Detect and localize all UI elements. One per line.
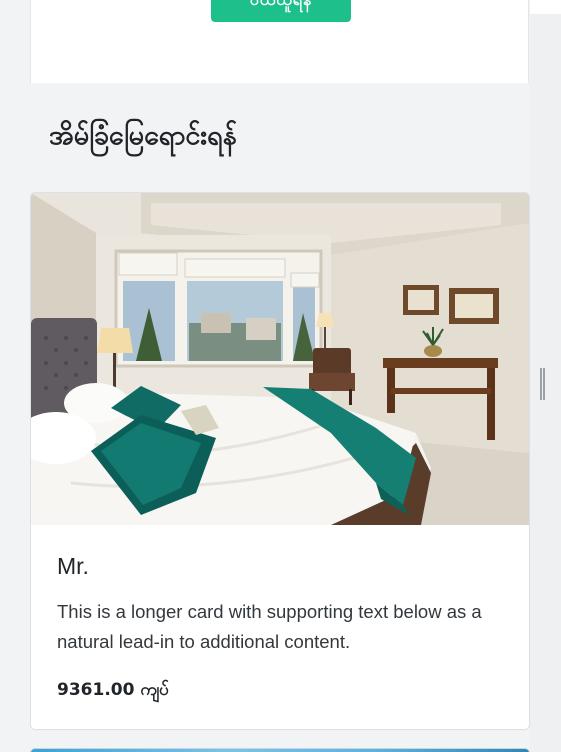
- section-title: အိမ်ခြံမြေရောင်းရန်: [49, 120, 237, 151]
- card-price: 9361.00 ကျပ်: [57, 680, 169, 700]
- top-action-button[interactable]: ဝယ်ယူရန်: [211, 0, 351, 22]
- card-description: This is a longer card with supporting te…: [57, 601, 482, 652]
- scroll-handle[interactable]: [540, 368, 545, 400]
- property-card[interactable]: Mr. This is a longer card with supportin…: [30, 192, 530, 730]
- right-strip-top: [530, 0, 561, 14]
- right-scroll-area: [530, 0, 561, 752]
- top-action-button-label: ဝယ်ယူရန်: [211, 0, 351, 12]
- next-property-card[interactable]: [30, 748, 530, 752]
- top-panel: ဝယ်ယူရန်: [30, 0, 529, 83]
- page: ဝယ်ယူရန် အိမ်ခြံမြေရောင်းရန်: [0, 0, 561, 752]
- bedroom-photo[interactable]: [31, 193, 529, 525]
- card-title: Mr.: [57, 553, 89, 579]
